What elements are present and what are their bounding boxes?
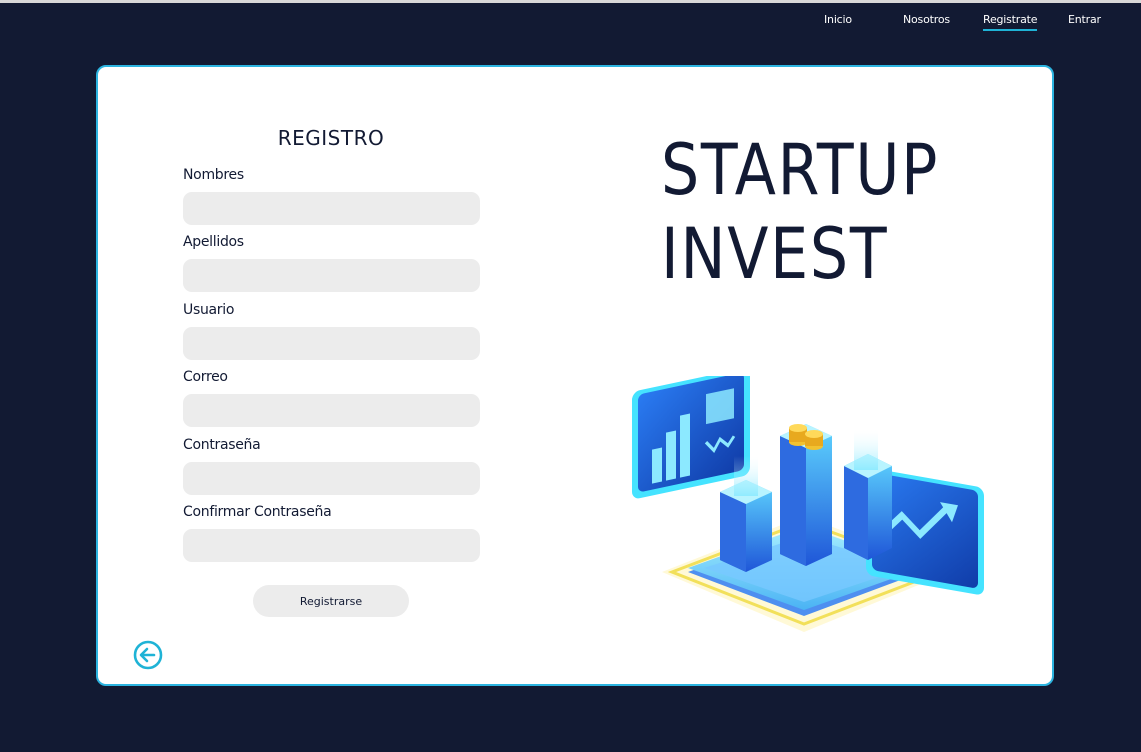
brand-line-1: STARTUP [661, 129, 940, 211]
contrasena-input[interactable] [183, 462, 480, 495]
label-usuario: Usuario [183, 302, 235, 318]
nav-link-registrate[interactable]: Registrate [983, 13, 1038, 31]
label-nombres: Nombres [183, 167, 244, 183]
label-confirmar-contrasena: Confirmar Contraseña [183, 504, 332, 520]
label-contrasena: Contraseña [183, 437, 261, 453]
apellidos-input[interactable] [183, 259, 480, 292]
nav-link-inicio[interactable]: Inicio [824, 13, 852, 26]
label-correo: Correo [183, 369, 228, 385]
isometric-investment-chart-illustration [632, 376, 984, 632]
top-border [0, 0, 1141, 3]
confirmar-contrasena-input[interactable] [183, 529, 480, 562]
form-title: REGISTRO [277, 126, 385, 150]
label-apellidos: Apellidos [183, 234, 244, 250]
nav-link-entrar[interactable]: Entrar [1068, 13, 1101, 26]
registrarse-button[interactable]: Registrarse [253, 585, 409, 617]
brand-line-2: INVEST [661, 213, 889, 295]
nombres-input[interactable] [183, 192, 480, 225]
brand-title: STARTUP INVEST [661, 128, 939, 296]
correo-input[interactable] [183, 394, 480, 427]
nav-link-nosotros[interactable]: Nosotros [903, 13, 950, 26]
arrow-left-circle-icon[interactable] [133, 640, 163, 670]
usuario-input[interactable] [183, 327, 480, 360]
